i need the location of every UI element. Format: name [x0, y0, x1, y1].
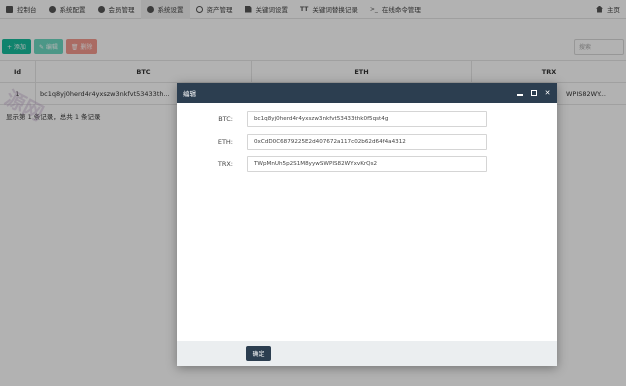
trx-label: TRX: [217, 160, 233, 168]
modal-title: 编辑 [183, 90, 196, 98]
modal-footer: 确定 [177, 341, 557, 366]
form-row-btc: BTC: [177, 111, 557, 127]
form-row-eth: ETH: [177, 134, 557, 150]
modal-header[interactable]: 编辑 ✕ [177, 83, 557, 103]
edit-modal: 编辑 ✕ BTC: ETH: TRX: 确定 [177, 83, 557, 366]
trx-field[interactable] [247, 156, 487, 172]
minimize-icon[interactable] [516, 90, 523, 97]
btc-field[interactable] [247, 111, 487, 127]
window-controls: ✕ [516, 89, 551, 97]
maximize-icon[interactable] [530, 90, 537, 97]
close-icon[interactable]: ✕ [544, 89, 551, 97]
eth-field[interactable] [247, 134, 487, 150]
eth-label: ETH: [217, 138, 233, 146]
confirm-button[interactable]: 确定 [246, 346, 271, 361]
form-row-trx: TRX: [177, 156, 557, 172]
btc-label: BTC: [218, 115, 233, 123]
